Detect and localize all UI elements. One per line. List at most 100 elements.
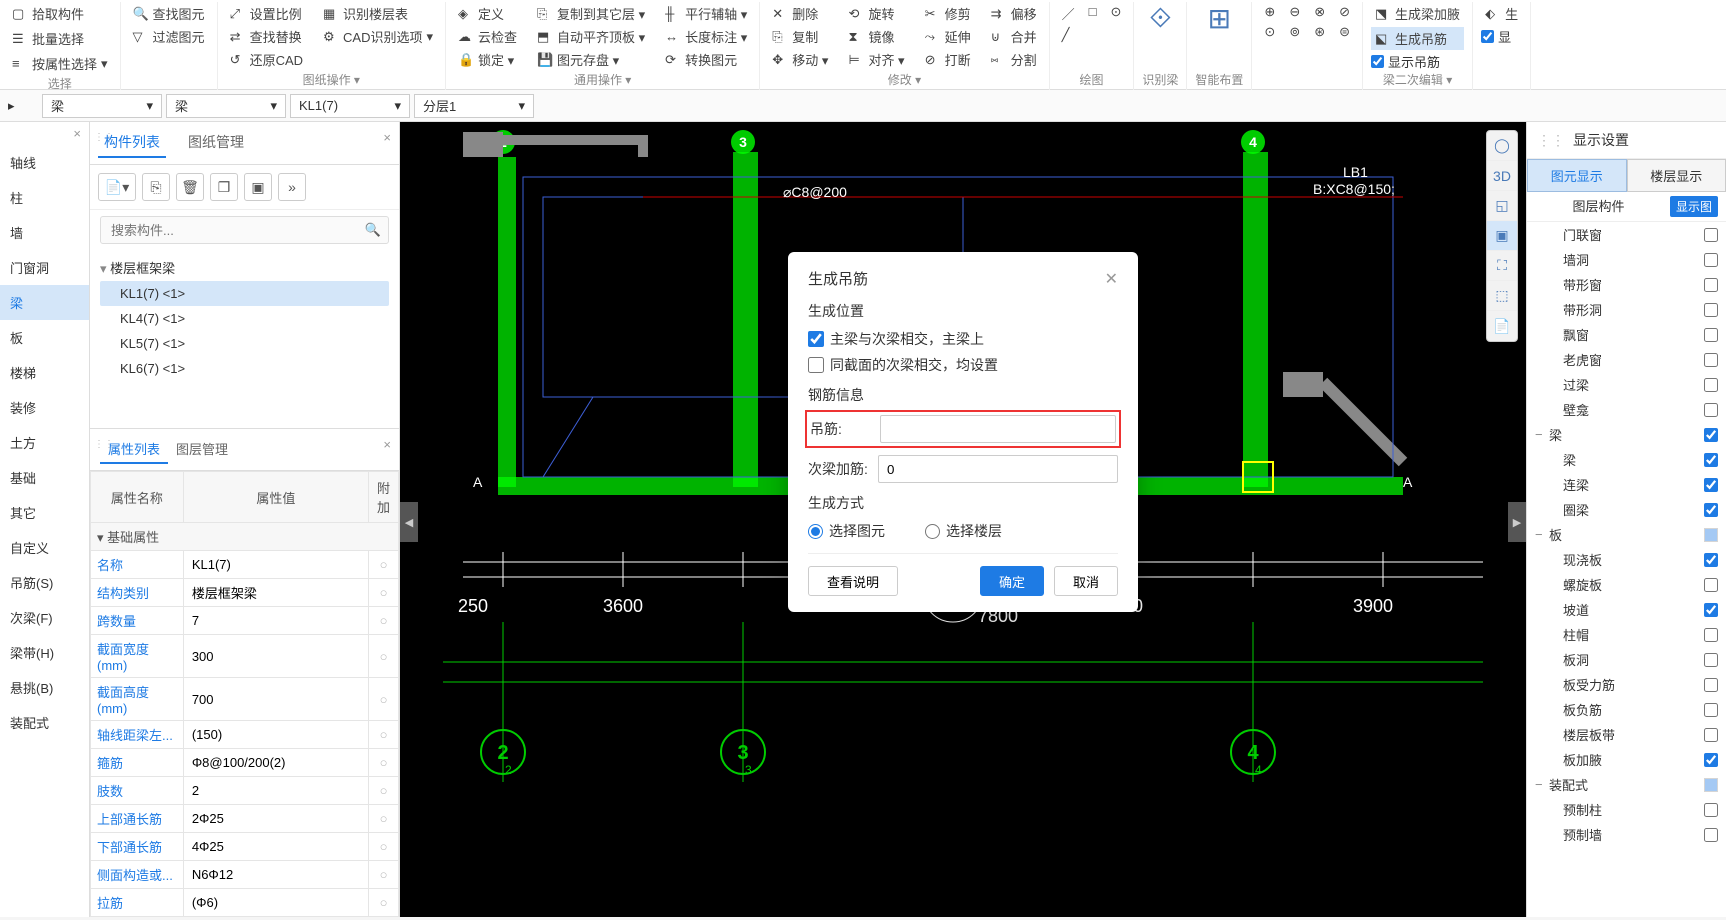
ribbon-gen-beam-haunch[interactable]: ⬔生成梁加腋 [1371, 2, 1464, 25]
ribbon-floor-table[interactable]: ▦识别楼层表 [319, 2, 437, 25]
dialog-close-button[interactable]: ✕ [1105, 269, 1118, 289]
prop-value-3[interactable] [183, 635, 368, 678]
left-nav-13[interactable]: 次梁(F) [0, 600, 89, 635]
ribbon-delete[interactable]: ✕删除 [768, 2, 832, 25]
display-item-17[interactable]: 板洞 [1527, 647, 1726, 672]
prop-grip-icon[interactable]: ⋮⋮ [94, 439, 114, 450]
left-nav-14[interactable]: 梁带(H) [0, 635, 89, 670]
tab-drawing-mgmt[interactable]: 图纸管理 [182, 128, 250, 158]
display-item-19[interactable]: 板负筋 [1527, 697, 1726, 722]
ribbon-copy[interactable]: ⎘复制 [768, 25, 832, 48]
prop-extra-7[interactable]: ○ [368, 777, 398, 805]
left-nav-9[interactable]: 基础 [0, 460, 89, 495]
ribbon-tool-5[interactable]: ⊙ [1260, 22, 1279, 42]
ribbon-cloud-check[interactable]: ☁云检查 [454, 25, 521, 48]
display-item-2[interactable]: 带形窗 [1527, 272, 1726, 297]
ribbon-tool-1[interactable]: ⊕ [1260, 2, 1279, 22]
ribbon-rotate[interactable]: ⟲旋转 [844, 2, 908, 25]
ribbon-group-recognize-label[interactable]: 识别梁 [1142, 71, 1178, 90]
radio-select-floor[interactable]: 选择楼层 [925, 521, 1002, 541]
search-icon[interactable]: 🔍 [365, 222, 381, 238]
display-item-1[interactable]: 墙洞 [1527, 247, 1726, 272]
selector-category[interactable]: 梁▾ [42, 94, 162, 118]
prop-value-11[interactable] [183, 889, 368, 917]
display-item-24[interactable]: 预制墙 [1527, 822, 1726, 847]
ribbon-group-beam-edit-label[interactable]: 梁二次编辑 ▾ [1383, 71, 1452, 90]
display-item-22[interactable]: −装配式 [1527, 772, 1726, 797]
ribbon-restore-cad[interactable]: ↺还原CAD [226, 48, 307, 71]
tree-item-0[interactable]: KL1(7) <1> [100, 281, 389, 306]
ribbon-draw-line2[interactable]: ╱ [1058, 25, 1079, 45]
prop-extra-5[interactable]: ○ [368, 721, 398, 749]
copy-component-button[interactable]: ⎘ [142, 173, 170, 201]
prop-value-9[interactable] [183, 833, 368, 861]
prop-value-2[interactable] [183, 607, 368, 635]
prop-extra-4[interactable]: ○ [368, 678, 398, 721]
ribbon-extra-2[interactable]: 显 [1481, 27, 1522, 46]
display-item-6[interactable]: 过梁 [1527, 372, 1726, 397]
help-button[interactable]: 查看说明 [808, 566, 898, 596]
ribbon-lock[interactable]: 🔒锁定 ▾ [454, 48, 521, 71]
cancel-button[interactable]: 取消 [1054, 566, 1118, 596]
display-item-10[interactable]: 连梁 [1527, 472, 1726, 497]
ribbon-extra-1[interactable]: ⬖生 [1481, 2, 1522, 25]
display-item-7[interactable]: 壁龛 [1527, 397, 1726, 422]
prop-extra-2[interactable]: ○ [368, 607, 398, 635]
left-nav-12[interactable]: 吊筋(S) [0, 565, 89, 600]
ribbon-show-stirrup[interactable]: 显示吊筋 [1371, 52, 1464, 71]
tab-layer-mgmt[interactable]: 图层管理 [168, 435, 236, 464]
panel-grip-icon[interactable]: ⋮⋮ [1537, 132, 1565, 149]
display-item-14[interactable]: 螺旋板 [1527, 572, 1726, 597]
ribbon-break[interactable]: ⊘打断 [921, 48, 975, 71]
prop-extra-3[interactable]: ○ [368, 635, 398, 678]
panel-grip-icon[interactable]: ⋮⋮ [94, 132, 114, 143]
duplicate-component-button[interactable]: ❐ [210, 173, 238, 201]
display-item-21[interactable]: 板加腋 [1527, 747, 1726, 772]
ribbon-split[interactable]: ⑅分割 [987, 48, 1041, 71]
display-item-18[interactable]: 板受力筋 [1527, 672, 1726, 697]
left-nav-6[interactable]: 楼梯 [0, 355, 89, 390]
ribbon-extend[interactable]: ⤳延伸 [921, 25, 975, 48]
display-item-12[interactable]: −板 [1527, 522, 1726, 547]
component-search-input[interactable] [100, 216, 389, 244]
tree-group-beam[interactable]: 楼层框架梁 [100, 254, 389, 281]
ribbon-batch-select[interactable]: ☰批量选择 [8, 27, 112, 50]
component-panel-close[interactable]: × [383, 130, 391, 145]
ribbon-pick[interactable]: ▢拾取构件 [8, 2, 112, 25]
display-item-0[interactable]: 门联窗 [1527, 222, 1726, 247]
left-nav-4[interactable]: 梁 [0, 285, 89, 320]
prop-extra-0[interactable]: ○ [368, 551, 398, 579]
display-item-3[interactable]: 带形洞 [1527, 297, 1726, 322]
prop-value-1[interactable] [183, 579, 368, 607]
prop-value-8[interactable] [183, 805, 368, 833]
display-item-4[interactable]: 飘窗 [1527, 322, 1726, 347]
tab-elem-display[interactable]: 图元显示 [1527, 159, 1627, 192]
display-item-13[interactable]: 现浇板 [1527, 547, 1726, 572]
ribbon-tool-4[interactable]: ⊘ [1335, 2, 1354, 22]
ribbon-attr-select[interactable]: ≡按属性选择 ▾ [8, 52, 112, 75]
display-item-23[interactable]: 预制柱 [1527, 797, 1726, 822]
left-nav-5[interactable]: 板 [0, 320, 89, 355]
more-component-button[interactable]: » [278, 173, 306, 201]
recognize-beam-icon[interactable]: ⟐ [1149, 2, 1171, 35]
prop-value-6[interactable] [183, 749, 368, 777]
ribbon-tool-7[interactable]: ⊛ [1310, 22, 1329, 42]
display-item-9[interactable]: 梁 [1527, 447, 1726, 472]
prop-value-4[interactable] [183, 678, 368, 721]
left-nav-0[interactable]: 轴线 [0, 145, 89, 180]
left-nav-7[interactable]: 装修 [0, 390, 89, 425]
property-panel-close[interactable]: × [383, 437, 391, 452]
selector-type[interactable]: 梁▾ [166, 94, 286, 118]
ribbon-draw-rect[interactable]: □ [1085, 2, 1101, 21]
layers-component-button[interactable]: ▣ [244, 173, 272, 201]
ok-button[interactable]: 确定 [980, 566, 1044, 596]
left-nav-1[interactable]: 柱 [0, 180, 89, 215]
tree-item-2[interactable]: KL5(7) <1> [100, 331, 389, 356]
prop-extra-9[interactable]: ○ [368, 833, 398, 861]
selector-component[interactable]: KL1(7)▾ [290, 94, 410, 118]
ribbon-tool-6[interactable]: ⊚ [1285, 22, 1304, 42]
prop-extra-1[interactable]: ○ [368, 579, 398, 607]
check-same-section[interactable]: 同截面的次梁相交，均设置 [808, 355, 1118, 375]
display-item-15[interactable]: 坡道 [1527, 597, 1726, 622]
ribbon-draw-line[interactable]: ／ [1058, 2, 1079, 25]
